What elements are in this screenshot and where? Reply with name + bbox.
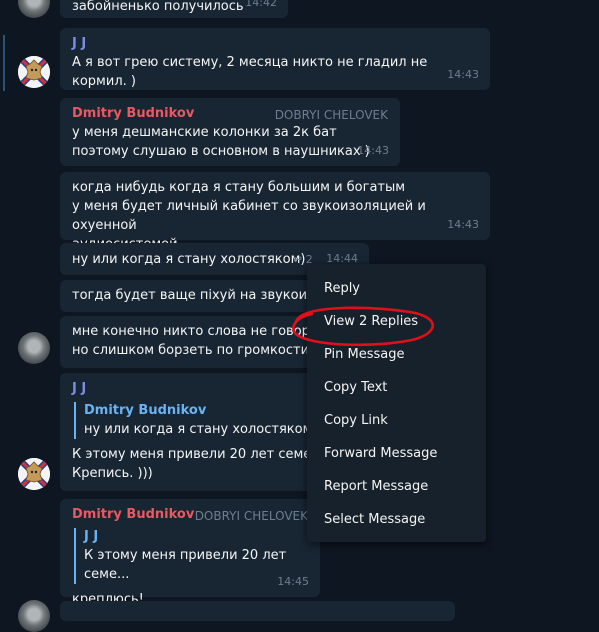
- message-text: забойненько получилось: [72, 0, 244, 14]
- avatar[interactable]: [18, 600, 50, 632]
- menu-item-report-message[interactable]: Report Message: [307, 470, 486, 503]
- menu-item-select-message[interactable]: Select Message: [307, 503, 486, 536]
- message-text: А я вот грею систему, 2 месяца никто не …: [72, 55, 428, 89]
- reply-quote[interactable]: J J К этому меня привели 20 лет семе...: [74, 528, 308, 584]
- context-menu: Reply View 2 Replies Pin Message Copy Te…: [307, 264, 486, 542]
- message-bubble[interactable]: Dmitry Budnikov DOBRYI CHELOVEK у меня д…: [60, 98, 400, 166]
- menu-item-view-replies[interactable]: View 2 Replies: [307, 305, 486, 338]
- menu-item-reply[interactable]: Reply: [307, 272, 486, 305]
- menu-item-pin-message[interactable]: Pin Message: [307, 338, 486, 371]
- message-time: 14:45: [277, 575, 309, 588]
- menu-item-forward-message[interactable]: Forward Message: [307, 437, 486, 470]
- sender-name[interactable]: J J: [72, 35, 478, 53]
- message-bubble[interactable]: когда нибудь когда я стану большим и бог…: [60, 172, 490, 252]
- message-bubble[interactable]: [60, 601, 455, 621]
- quote-author: J J: [84, 529, 99, 544]
- message-time: 14:43: [447, 218, 479, 231]
- message-line: поэтому слушаю в основном в наушниках ): [72, 144, 370, 159]
- avatar-flag-image: [18, 458, 50, 490]
- admin-title: DOBRYI CHELOVEK: [194, 509, 308, 523]
- reply-arrow-icon: ↩: [293, 253, 303, 266]
- message-line: у меня будет личный кабинет со звукоизол…: [72, 199, 426, 233]
- avatar[interactable]: [18, 332, 50, 364]
- message-bubble[interactable]: забойненько получилось 14:42: [60, 0, 288, 18]
- message-time: 14:42: [245, 0, 277, 9]
- avatar[interactable]: [18, 458, 50, 490]
- message-time: 14:43: [447, 68, 479, 81]
- message-bubble[interactable]: J J А я вот грею систему, 2 месяца никто…: [60, 28, 490, 90]
- message-bubble[interactable]: Dmitry Budnikov DOBRYI CHELOVEK J J К эт…: [60, 499, 320, 607]
- message-line: когда нибудь когда я стану большим и бог…: [72, 180, 406, 195]
- message-text: тогда будет ваще піхуй на звукоизоля: [72, 288, 339, 303]
- menu-item-copy-text[interactable]: Copy Text: [307, 371, 486, 404]
- menu-item-copy-link[interactable]: Copy Link: [307, 404, 486, 437]
- message-time: 14:43: [357, 144, 389, 157]
- message-text: ну или когда я стану холостяком): [72, 252, 306, 267]
- admin-title: DOBRYI CHELOVEK: [274, 108, 388, 122]
- avatar[interactable]: [18, 56, 50, 88]
- message-line: у меня дешманские колонки за 2к бат: [72, 125, 337, 140]
- quote-text: К этому меня привели 20 лет семе...: [84, 548, 287, 582]
- chat-selection-indicator: [3, 35, 5, 91]
- avatar[interactable]: [18, 0, 50, 18]
- avatar-flag-image: [18, 56, 50, 88]
